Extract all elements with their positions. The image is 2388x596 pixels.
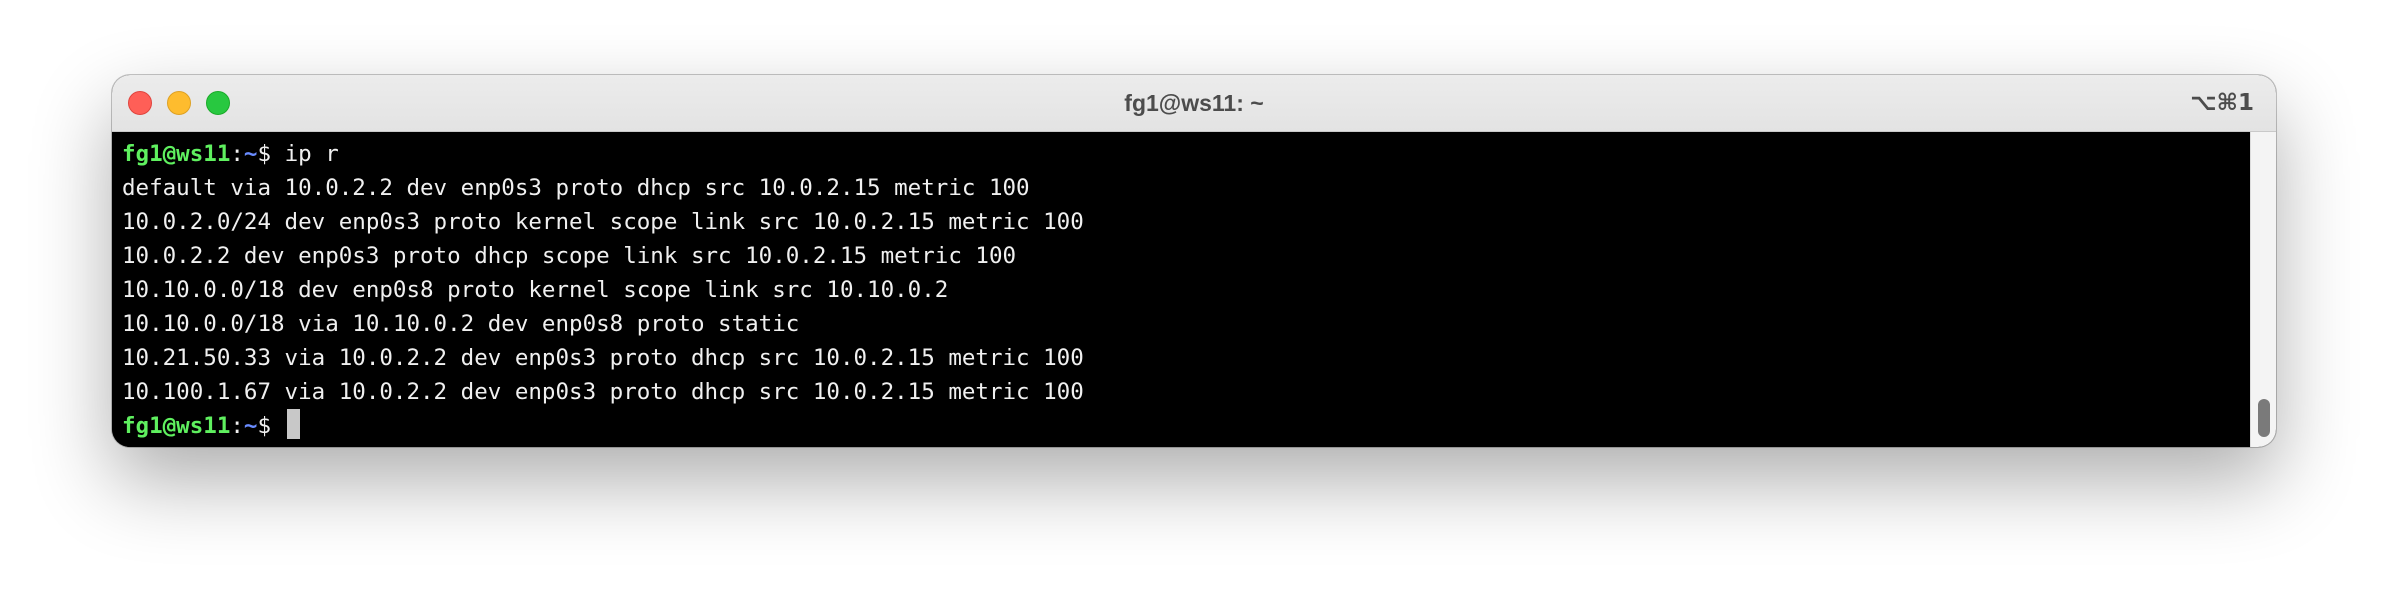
output-line: 10.10.0.0/18 via 10.10.0.2 dev enp0s8 pr… [122,311,800,337]
output-line: 10.100.1.67 via 10.0.2.2 dev enp0s3 prot… [122,379,1084,405]
scrollbar-thumb[interactable] [2258,399,2270,437]
window-shortcut-label: ⌥⌘1 [2190,90,2254,116]
text-cursor [286,409,300,439]
vertical-scrollbar[interactable] [2250,132,2276,447]
title-bar[interactable]: fg1@ws11: ~ ⌥⌘1 [112,75,2276,132]
output-line: 10.0.2.2 dev enp0s3 proto dhcp scope lin… [122,243,1017,269]
active-prompt-line[interactable]: fg1@ws11:~$ [122,409,2250,443]
output-line: 10.10.0.0/18 dev enp0s8 proto kernel sco… [122,277,949,303]
prompt-user: fg1@ws11 [122,141,231,167]
prompt-separator: : [230,141,244,167]
output-line: 10.21.50.33 via 10.0.2.2 dev enp0s3 prot… [122,345,1084,371]
prompt-path: ~ [243,141,258,167]
prompt-symbol: $ [257,413,285,439]
output-line: default via 10.0.2.2 dev enp0s3 proto dh… [122,175,1030,201]
prompt-symbol: $ [257,141,285,167]
terminal-content[interactable]: fg1@ws11:~$ ip r default via 10.0.2.2 de… [112,132,2250,447]
window-title: fg1@ws11: ~ [1124,90,1264,116]
command-text: ip r [284,141,339,167]
terminal-window: fg1@ws11: ~ ⌥⌘1 fg1@ws11:~$ ip r default… [112,75,2276,447]
output-line: 10.0.2.0/24 dev enp0s3 proto kernel scop… [122,209,1084,235]
prompt-separator: : [230,413,244,439]
command-line: fg1@ws11:~$ ip r [122,137,2250,171]
prompt-path: ~ [243,413,258,439]
prompt-user: fg1@ws11 [122,413,231,439]
